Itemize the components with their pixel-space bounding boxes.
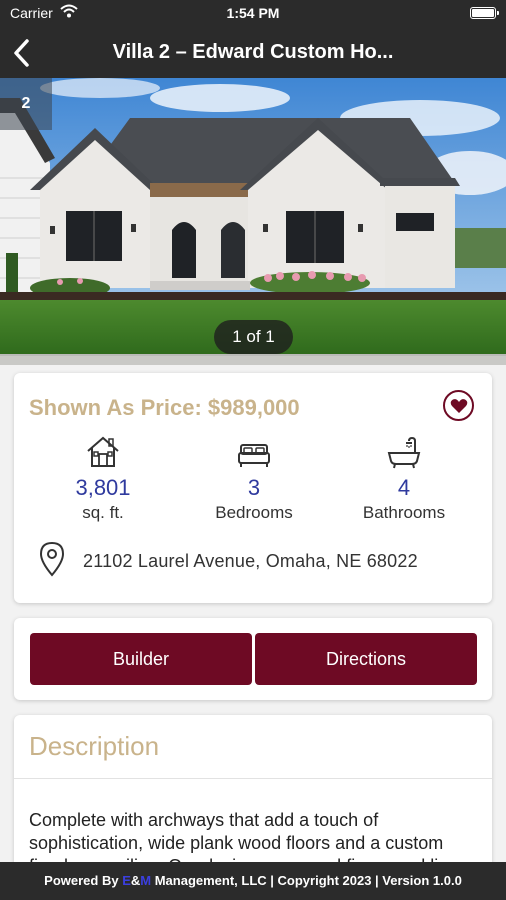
divider [14, 778, 492, 779]
footer-brand-m: M [140, 873, 152, 888]
footer-ampersand: & [130, 873, 141, 888]
bathtub-icon [387, 436, 421, 469]
description-title: Description [29, 731, 160, 761]
stat-bathrooms: 4 Bathrooms [339, 431, 469, 523]
stat-square-feet: 3,801 sq. ft. [38, 431, 168, 523]
photo-index-badge: 2 [0, 78, 52, 130]
photo-gallery[interactable]: 2 1 of 1 [0, 78, 506, 365]
bedrooms-value: 3 [247, 475, 261, 500]
battery-icon [470, 7, 499, 19]
stat-bedrooms: 3 Bedrooms [189, 431, 319, 523]
back-button[interactable] [8, 37, 36, 69]
footer-brand-e: E [122, 873, 131, 888]
bedrooms-label: Bedrooms [215, 503, 293, 522]
directions-button[interactable]: Directions [255, 633, 477, 685]
page-title: Villa 2 – Edward Custom Ho... [112, 41, 394, 63]
listing-details-card: Shown As Price: $989,000 3,801 sq. ft. 3… [14, 373, 492, 603]
price-label: Shown As Price: $989,000 [29, 395, 300, 420]
house-icon [87, 436, 119, 467]
bathrooms-label: Bathrooms [362, 503, 446, 522]
sqft-value: 3,801 [75, 475, 131, 500]
favorite-button[interactable] [443, 390, 474, 421]
photo-counter: 1 of 1 [214, 320, 293, 354]
address-row[interactable]: 21102 Laurel Avenue, Omaha, NE 68022 [38, 541, 478, 577]
builder-button[interactable]: Builder [30, 633, 252, 685]
nav-bar: Villa 2 – Edward Custom Ho... [0, 28, 506, 78]
footer-suffix: Management, LLC | Copyright 2023 | Versi… [151, 873, 462, 888]
actions-card: Builder Directions [14, 618, 492, 700]
bed-icon [238, 444, 270, 467]
clock: 1:54 PM [226, 5, 280, 21]
footer-prefix: Powered By [44, 873, 123, 888]
footer: Powered By E&M Management, LLC | Copyrig… [0, 862, 506, 900]
bathrooms-value: 4 [397, 475, 411, 500]
address-text: 21102 Laurel Avenue, Omaha, NE 68022 [83, 551, 418, 571]
heart-icon [450, 398, 467, 413]
chevron-left-icon [14, 39, 29, 67]
status-bar: Carrier 1:54 PM [0, 0, 506, 28]
sqft-label: sq. ft. [82, 503, 124, 522]
map-pin-icon [39, 541, 65, 577]
